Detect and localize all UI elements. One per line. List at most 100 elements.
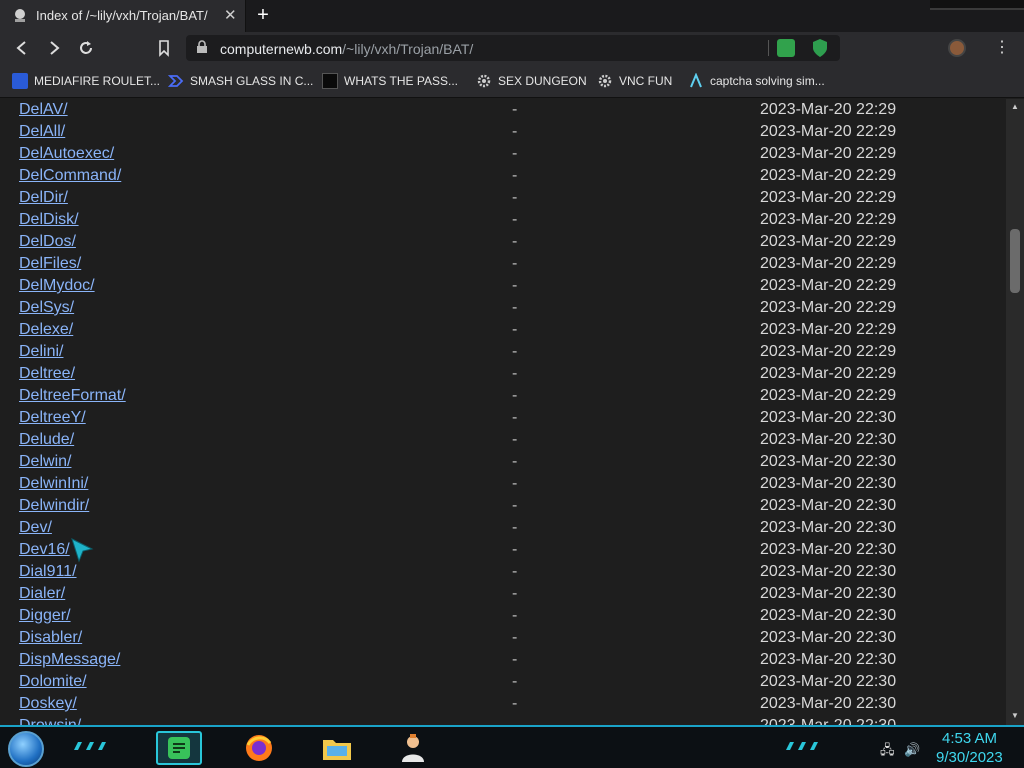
table-row: Dev16/ - 2023-Mar-20 22:30 [0, 539, 1006, 561]
taskbar: 🖧 🔊 4:53 AM 9/30/2023 [0, 725, 1024, 768]
menu-icon[interactable]: ⋮ [994, 39, 1010, 57]
size-cell: - [512, 321, 518, 338]
size-cell: - [512, 475, 518, 492]
directory-link[interactable]: Delude/ [19, 431, 74, 449]
bookmark-icon[interactable] [154, 38, 174, 58]
back-icon[interactable] [12, 38, 32, 58]
bookmark-vnc-fun[interactable]: VNC FUN [597, 71, 672, 91]
directory-link[interactable]: DelwinIni/ [19, 475, 88, 493]
scroll-up-icon[interactable]: ▲ [1011, 102, 1019, 111]
taskbar-app-user[interactable] [390, 731, 436, 765]
table-row: Dev/ - 2023-Mar-20 22:30 [0, 517, 1006, 539]
directory-link[interactable]: Drowsin/ [19, 717, 81, 725]
size-cell: - [512, 497, 518, 514]
dark-square-icon [322, 73, 338, 89]
volume-icon[interactable]: 🔊 [904, 742, 920, 757]
modified-date-cell: 2023-Mar-20 22:30 [760, 585, 897, 602]
size-cell: - [512, 629, 518, 646]
modified-date-cell: 2023-Mar-20 22:30 [760, 453, 897, 470]
modified-date-cell: 2023-Mar-20 22:30 [760, 717, 896, 725]
table-row: Doskey/ - 2023-Mar-20 22:30 [0, 693, 1006, 715]
bookmark-mediafire[interactable]: MEDIAFIRE ROULET... [12, 71, 160, 91]
table-row: Digger/ - 2023-Mar-20 22:30 [0, 605, 1006, 627]
system-tray: 🖧 🔊 [880, 741, 920, 763]
directory-link[interactable]: Dial911/ [19, 563, 77, 581]
directory-link[interactable]: DelDir/ [19, 189, 68, 207]
modified-date-cell: 2023-Mar-20 22:30 [760, 607, 897, 624]
directory-link[interactable]: Doskey/ [19, 695, 77, 713]
mediafire-icon [12, 73, 28, 89]
directory-link[interactable]: Dialer/ [19, 585, 65, 603]
directory-link[interactable]: DelAll/ [19, 123, 65, 141]
table-row: DeltreeFormat/ - 2023-Mar-20 22:29 [0, 385, 1006, 407]
directory-link[interactable]: DelDos/ [19, 233, 76, 251]
taskbar-decoration [74, 742, 106, 750]
taskbar-app-sticky-notes[interactable] [156, 731, 202, 765]
modified-date-cell: 2023-Mar-20 22:29 [760, 255, 897, 272]
directory-link[interactable]: Delini/ [19, 343, 63, 361]
taskbar-app-firefox[interactable] [236, 731, 282, 765]
table-row: DelDisk/ - 2023-Mar-20 22:29 [0, 209, 1006, 231]
size-cell: - [512, 145, 518, 162]
address-bar[interactable]: computernewb.com/~lily/vxh/Trojan/BAT/ [186, 35, 840, 61]
directory-link[interactable]: Digger/ [19, 607, 71, 625]
modified-date-cell: 2023-Mar-20 22:29 [760, 101, 897, 118]
directory-link[interactable]: DelFiles/ [19, 255, 81, 273]
clock-date[interactable]: 9/30/2023 [936, 749, 1003, 766]
page-scrollbar[interactable]: ▲ ▼ [1006, 99, 1024, 725]
lock-icon[interactable] [196, 40, 208, 54]
scroll-down-icon[interactable]: ▼ [1011, 711, 1019, 720]
modified-date-cell: 2023-Mar-20 22:29 [760, 233, 897, 250]
modified-date-cell: 2023-Mar-20 22:30 [760, 695, 897, 712]
directory-link[interactable]: DelMydoc/ [19, 277, 95, 295]
url-host: computernewb.com [220, 41, 343, 57]
modified-date-cell: 2023-Mar-20 22:29 [760, 343, 897, 360]
start-button[interactable] [8, 731, 44, 767]
table-row: DelCommand/ - 2023-Mar-20 22:29 [0, 165, 1006, 187]
bookmark-whats-the-pass[interactable]: WHATS THE PASS... [322, 71, 458, 91]
directory-link[interactable]: DelAutoexec/ [19, 145, 114, 163]
file-explorer-icon [323, 740, 351, 760]
directory-link[interactable]: Dolomite/ [19, 673, 87, 691]
extension-notes-icon[interactable] [777, 39, 795, 57]
directory-link[interactable]: Delwin/ [19, 453, 71, 471]
forward-icon[interactable] [44, 38, 64, 58]
directory-link[interactable]: Disabler/ [19, 629, 82, 647]
directory-link[interactable]: DelAV/ [19, 101, 68, 119]
modified-date-cell: 2023-Mar-20 22:30 [760, 651, 897, 668]
scrollbar-thumb[interactable] [1010, 229, 1020, 293]
directory-link[interactable]: DelCommand/ [19, 167, 121, 185]
modified-date-cell: 2023-Mar-20 22:30 [760, 629, 897, 646]
network-icon[interactable]: 🖧 [880, 742, 895, 757]
directory-link[interactable]: DeltreeFormat/ [19, 387, 126, 405]
tab-active[interactable]: Index of /~lily/vxh/Trojan/BAT/ ✕ [0, 0, 246, 32]
directory-link[interactable]: DispMessage/ [19, 651, 120, 669]
bookmark-smash-glass[interactable]: SMASH GLASS IN C... [168, 71, 313, 91]
table-row: Delwindir/ - 2023-Mar-20 22:30 [0, 495, 1006, 517]
tab-close-icon[interactable]: ✕ [224, 6, 237, 24]
size-cell: - [512, 607, 518, 624]
directory-link[interactable]: Delwindir/ [19, 497, 89, 515]
new-tab-button[interactable]: + [252, 4, 274, 26]
directory-link[interactable]: Dev16/ [19, 541, 70, 559]
table-row: Delini/ - 2023-Mar-20 22:29 [0, 341, 1006, 363]
size-cell: - [512, 255, 518, 272]
modified-date-cell: 2023-Mar-20 22:30 [760, 519, 897, 536]
bookmark-sex-dungeon[interactable]: SEX DUNGEON [476, 71, 587, 91]
bookmark-captcha[interactable]: captcha solving sim... [688, 71, 825, 91]
taskbar-app-file-explorer[interactable] [314, 731, 360, 765]
url-text[interactable]: computernewb.com/~lily/vxh/Trojan/BAT/ [220, 41, 473, 57]
directory-link[interactable]: DelSys/ [19, 299, 74, 317]
size-cell: - [512, 189, 518, 206]
profile-avatar[interactable] [948, 39, 966, 57]
reload-icon[interactable] [76, 38, 96, 58]
directory-link[interactable]: DelDisk/ [19, 211, 79, 229]
clock-time[interactable]: 4:53 AM [942, 730, 997, 747]
server-favicon-icon [15, 9, 25, 22]
directory-link[interactable]: DeltreeY/ [19, 409, 86, 427]
extension-shield-icon[interactable] [812, 38, 828, 58]
firefox-icon [246, 735, 272, 761]
directory-link[interactable]: Dev/ [19, 519, 52, 537]
directory-link[interactable]: Deltree/ [19, 365, 75, 383]
directory-link[interactable]: Delexe/ [19, 321, 73, 339]
